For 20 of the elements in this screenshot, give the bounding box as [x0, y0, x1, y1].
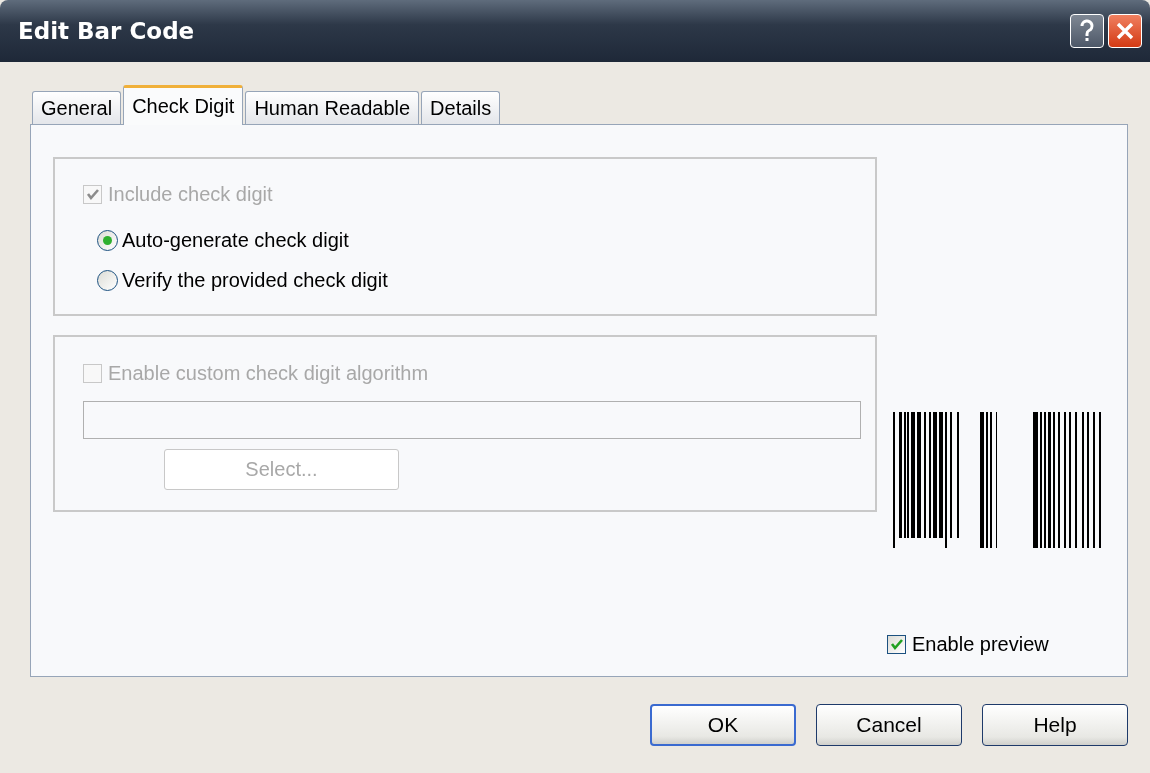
- tab[interactable]: General: [32, 91, 122, 124]
- radio-label: Verify the provided check digit: [122, 268, 388, 292]
- close-icon: [1116, 22, 1134, 40]
- question-mark-icon: [1079, 19, 1095, 43]
- tab[interactable]: Human Readable: [245, 91, 420, 124]
- radio-button[interactable]: [97, 269, 118, 291]
- close-button[interactable]: [1108, 14, 1142, 48]
- dialog-button[interactable]: Cancel: [816, 704, 962, 746]
- checkbox-label: Enable preview: [912, 632, 1049, 656]
- radio-label: Auto-generate check digit: [122, 228, 349, 252]
- window-title: Edit Bar Code: [18, 18, 195, 44]
- tab[interactable]: Check Digit: [123, 85, 244, 125]
- checkbox[interactable]: [887, 634, 906, 654]
- checkbox-label: Enable custom check digit algorithm: [108, 361, 429, 385]
- help-button[interactable]: [1070, 14, 1104, 48]
- tab[interactable]: Details: [421, 91, 501, 124]
- radio-button[interactable]: [97, 229, 118, 251]
- dialog-button[interactable]: OK: [650, 704, 796, 746]
- checkbox-label: Include check digit: [108, 182, 273, 206]
- dialog-button[interactable]: Help: [982, 704, 1128, 746]
